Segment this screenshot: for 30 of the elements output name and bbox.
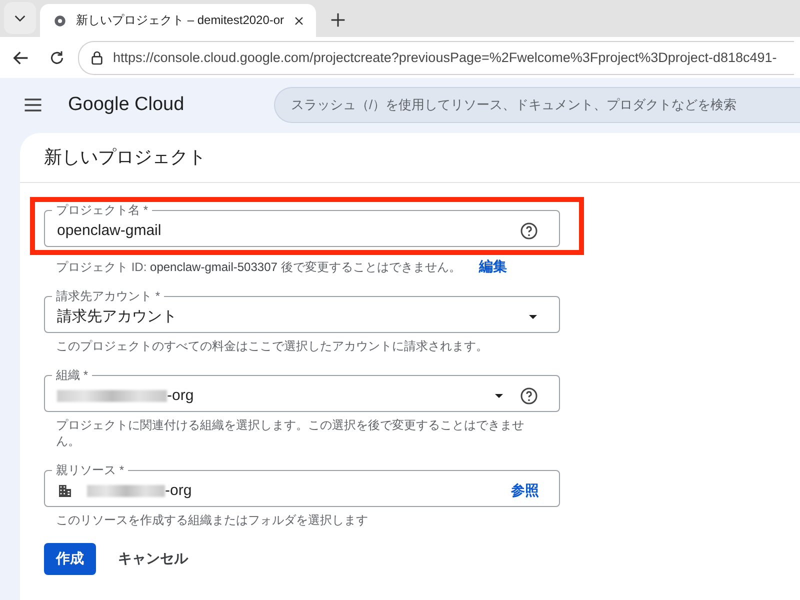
help-text: プロジェクト ID: openclaw-gmail-503307 後で変更することはできません。 — [56, 259, 461, 275]
dropdown-field[interactable]: 組織 * -org — [44, 368, 560, 412]
field-value: 請求先アカウント — [57, 307, 177, 326]
field-value: -org — [167, 387, 194, 404]
page-title: 新しいプロジェクト — [20, 133, 800, 183]
resource-field[interactable]: 親リソース * -org 参照 — [44, 463, 560, 507]
cancel-button[interactable]: キャンセル — [106, 543, 200, 575]
help-text: このプロジェクトのすべての料金はここで選択したアカウントに請求されます。 — [56, 338, 488, 354]
building-icon — [57, 482, 73, 498]
help-text: プロジェクトに関連付ける組織を選択します。この選択を後で変更することはできません。 — [56, 417, 525, 449]
dropdown-field[interactable]: 請求先アカウント * 請求先アカウント — [44, 289, 560, 333]
create-button[interactable]: 作成 — [44, 543, 96, 575]
edit-link[interactable]: 編集 — [478, 258, 507, 274]
field-label: 請求先アカウント * — [55, 289, 162, 303]
address-bar[interactable]: https://console.cloud.google.com/projectcreate?previousPage=%2Fwelcome%3Fproject%3Dproject-d818c491- — [78, 40, 794, 74]
field-value: openclaw-gmail — [57, 222, 162, 239]
field-label: 組織 * — [55, 368, 90, 382]
field-label: 親リソース * — [55, 463, 126, 477]
app-logo[interactable]: Google Cloud — [68, 94, 274, 116]
reload-icon[interactable] — [48, 48, 66, 66]
help-icon[interactable] — [519, 386, 539, 406]
field-label: プロジェクト名 * — [55, 203, 150, 217]
browser-tab[interactable]: 新しいプロジェクト – demitest2020-or — [40, 4, 316, 37]
search-field[interactable]: スラッシュ（/）を使用してリソース、ドキュメント、プロダクトなどを検索 — [274, 86, 800, 122]
lock-icon — [89, 50, 105, 66]
input-field[interactable]: プロジェクト名 * openclaw-gmail — [44, 203, 560, 247]
help-icon[interactable] — [519, 220, 539, 240]
field-value: -org — [165, 482, 192, 499]
browse-link[interactable]: 参照 — [511, 482, 539, 500]
help-text: このリソースを作成する組織またはフォルダを選択します — [56, 512, 368, 528]
